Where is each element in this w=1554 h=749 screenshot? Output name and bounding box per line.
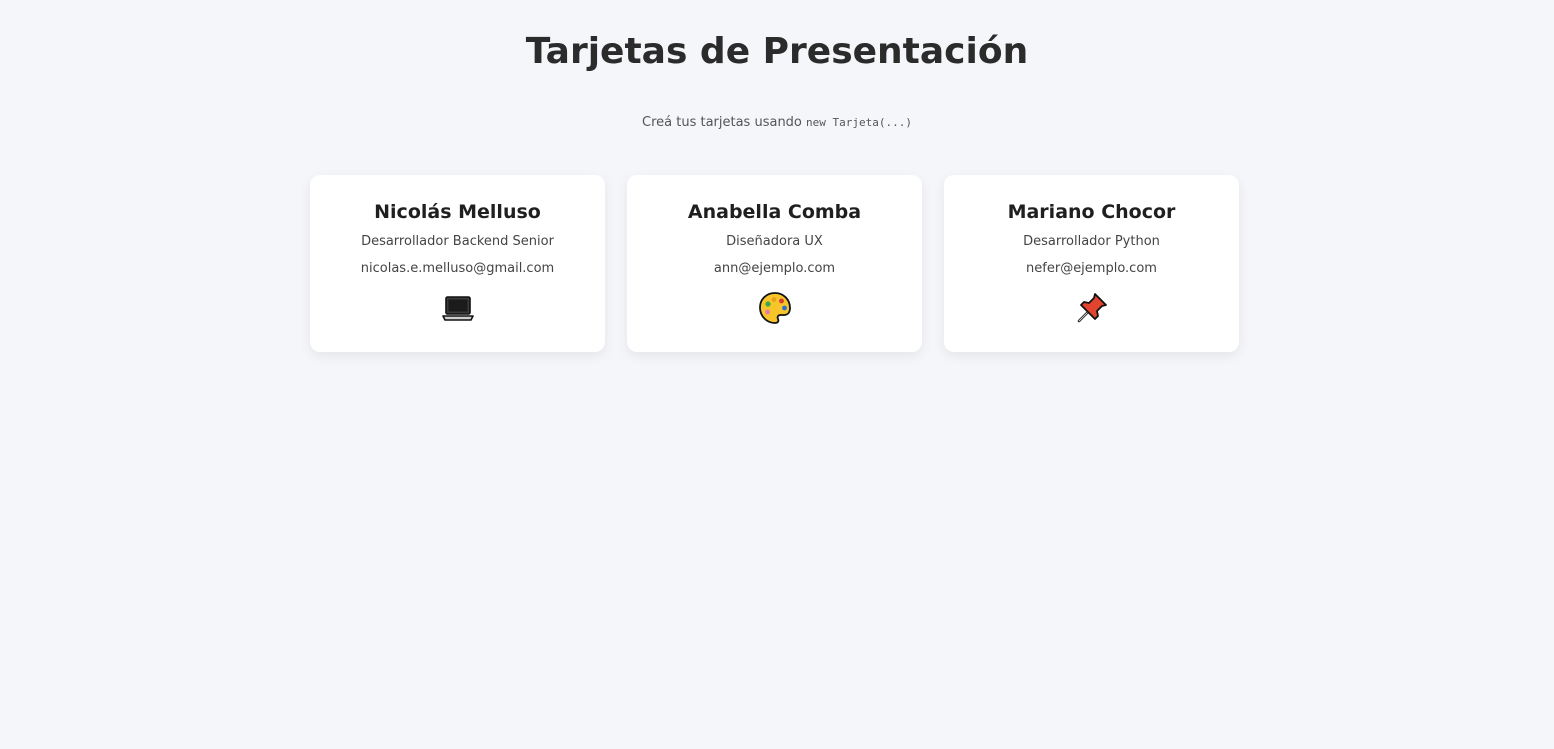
card-email: ann@ejemplo.com — [713, 261, 836, 276]
card-email: nicolas.e.melluso@gmail.com — [360, 261, 555, 276]
page: Tarjetas de Presentación Creá tus tarjet… — [0, 0, 1554, 749]
card-role: Desarrollador Python — [1023, 234, 1160, 249]
subtitle-text: Creá tus tarjetas usando — [642, 115, 802, 130]
page-title: Tarjetas de Presentación — [525, 31, 1029, 72]
card-role: Desarrollador Backend Senior — [361, 234, 554, 249]
laptop-icon — [440, 290, 476, 326]
subtitle-code: new Tarjeta(...) — [806, 116, 912, 129]
business-card: Mariano Chocor Desarrollador Python nefe… — [944, 175, 1239, 352]
card-role: Diseñadora UX — [726, 234, 823, 249]
card-name: Nicolás Melluso — [374, 201, 541, 223]
cards-container: Nicolás Melluso Desarrollador Backend Se… — [310, 175, 1239, 352]
business-card: Anabella Comba Diseñadora UX ann@ejemplo… — [627, 175, 922, 352]
palette-icon — [757, 290, 793, 326]
card-name: Mariano Chocor — [1007, 201, 1176, 223]
pushpin-icon — [1074, 290, 1110, 326]
page-subtitle: Creá tus tarjetas usando new Tarjeta(...… — [0, 114, 1554, 132]
card-email: nefer@ejemplo.com — [1026, 261, 1157, 276]
card-name: Anabella Comba — [687, 201, 862, 223]
business-card: Nicolás Melluso Desarrollador Backend Se… — [310, 175, 605, 352]
